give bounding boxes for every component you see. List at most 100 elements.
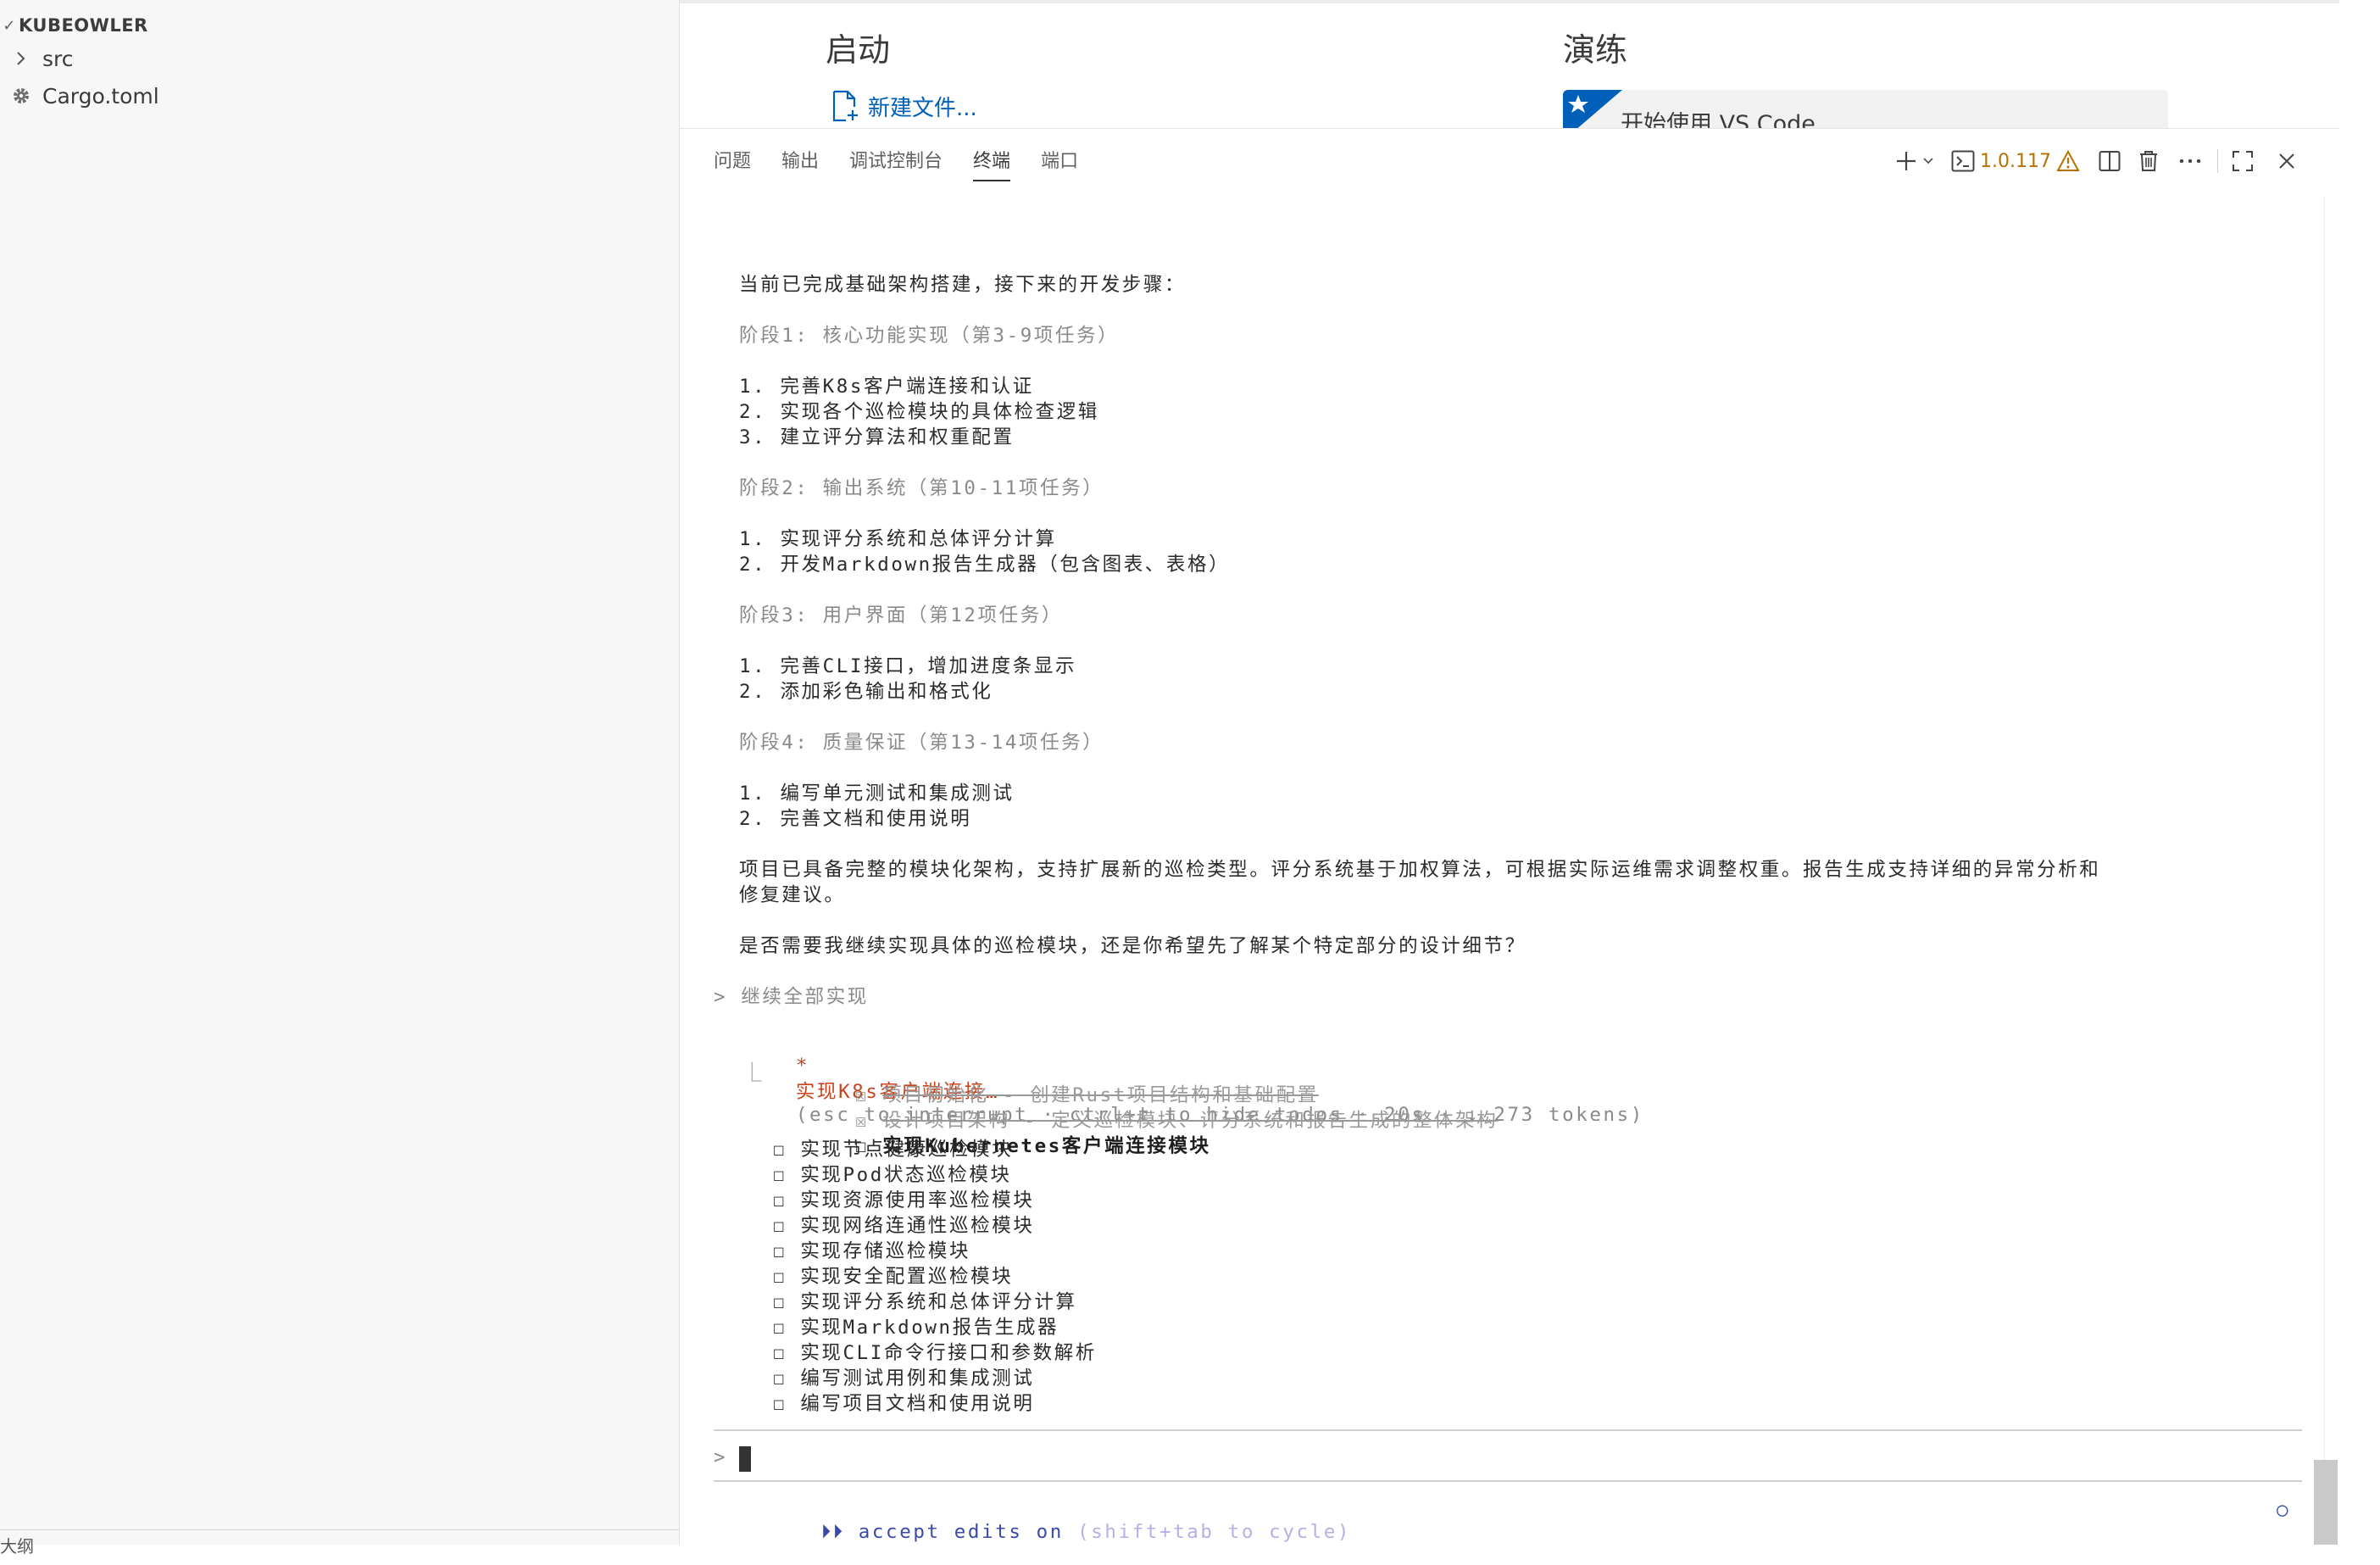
tab-problems[interactable]: 问题 [714,129,751,180]
summary-line: 修复建议。 [739,884,846,906]
todo-item: ☐ 实现CLI命令行接口和参数解析 [773,1338,1097,1365]
tab-terminal[interactable]: 终端 [973,129,1011,181]
phase-item: 2. 开发Markdown报告生成器（包含图表、表格） [739,554,1231,576]
phase-item: 1. 完善K8s客户端连接和认证 [739,376,1034,398]
panel-tabs: 问题 输出 调试控制台 终端 端口 [714,129,1109,181]
kill-terminal-button[interactable] [2136,146,2161,176]
phase-title: 阶段3: 用户界面（第12项任务） [739,604,1063,627]
outline-section-header[interactable]: 大纲 [0,1533,34,1557]
bottom-panel: 问题 输出 调试控制台 终端 端口 1.0.117 当前已完成基础架构搭建，接下… [680,128,2339,1545]
chevron-right-icon [0,50,42,67]
split-icon [2099,151,2121,171]
checkbox-empty-icon: ☐ [773,1266,787,1288]
phase-title: 阶段1: 核心功能实现（第3-9项任务） [739,325,1120,347]
walkthrough-heading: 演练 [1563,31,1628,69]
mode-indicator-icon: ○ [2277,1499,2291,1521]
editor-top-border [680,0,2339,3]
chevron-down-icon [1923,158,1933,164]
phase-item: 3. 建立评分算法和权重配置 [739,426,1015,448]
ellipsis-icon [2179,159,2201,164]
terminal-cursor[interactable] [739,1446,751,1472]
phase-item: 1. 编写单元测试和集成测试 [739,782,1015,805]
todo-item: ☐ 实现网络连通性巡检模块 [773,1211,1034,1238]
checkbox-empty-icon: ☐ [773,1367,787,1390]
todo-item: ☐ 实现安全配置巡检模块 [773,1261,1013,1289]
todo-item: ☐ 实现评分系统和总体评分计算 [773,1287,1077,1314]
phase-title: 阶段4: 质量保证（第13-14项任务） [739,732,1104,754]
checkbox-empty-icon: ☐ [773,1215,787,1237]
tree-item-src[interactable]: src [0,41,74,76]
input-prompt-symbol: > [714,1446,728,1468]
tab-debug-console[interactable]: 调试控制台 [849,129,943,180]
trash-icon [2139,151,2157,171]
todo-connector: ⎿ [742,1062,765,1084]
terminal-line-intro: 当前已完成基础架构搭建，接下来的开发步骤： [739,274,1187,296]
terminal-output[interactable]: 当前已完成基础架构搭建，接下来的开发步骤： 阶段1: 核心功能实现（第3-9项任… [714,197,2325,1545]
explorer-header[interactable]: ✓ KUBEOWLER [0,10,148,41]
phase-item: 2. 添加彩色输出和格式化 [739,681,993,703]
tab-output[interactable]: 输出 [781,129,819,180]
welcome-editor: 启动 新建文件... 演练 开始使用 VS Code [680,0,2380,128]
plus-icon [1897,152,1916,170]
todo-label: 实现网络连通性巡检模块 [800,1215,1035,1237]
user-prompt-line: > 继续全部实现 [714,986,869,1008]
new-file-icon [832,90,858,122]
checkbox-empty-icon: ☐ [773,1240,787,1262]
walkthrough-card[interactable]: 开始使用 VS Code [1563,90,2168,128]
input-border-bottom [714,1480,2302,1482]
new-file-link[interactable]: 新建文件... [831,90,977,122]
input-border-top [714,1429,2302,1431]
phase-item: 1. 实现评分系统和总体评分计算 [739,528,1057,550]
phase-title: 阶段2: 输出系统（第10-11项任务） [739,477,1104,499]
todo-label: 实现Pod状态巡检模块 [800,1164,1012,1186]
summary-line: 项目已具备完整的模块化架构，支持扩展新的巡检类型。评分系统基于加权算法，可根据实… [739,859,2101,881]
terminal-scrollbar-thumb[interactable] [2314,1460,2338,1545]
question-line: 是否需要我继续实现具体的巡检模块，还是你希望先了解某个特定部分的设计细节？ [739,935,1526,957]
todo-label: 实现评分系统和总体评分计算 [800,1291,1077,1313]
todo-label: 实现资源使用率巡检模块 [800,1189,1035,1211]
tree-item-label: src [42,46,74,71]
gear-icon [0,86,42,106]
checkbox-empty-icon: ☐ [773,1342,787,1364]
terminal-profile-button[interactable]: 1.0.117 [1951,146,2080,176]
todo-item: ☐ 实现Markdown报告生成器 [773,1312,1059,1339]
new-file-label: 新建文件... [868,95,977,121]
start-heading: 启动 [826,31,891,69]
more-actions-button[interactable] [2175,146,2205,176]
close-panel-button[interactable] [2274,146,2299,176]
chevron-down-icon: ✓ [3,16,16,35]
tree-item-label: Cargo.toml [42,83,159,109]
terminal-scrollbar-track[interactable] [2324,197,2349,1545]
todo-item: ☐ 实现资源使用率巡检模块 [773,1185,1034,1212]
todo-label: 编写项目文档和使用说明 [800,1393,1035,1415]
todo-label: 实现安全配置巡检模块 [800,1266,1014,1288]
terminal-icon [1951,150,1975,172]
walkthrough-card-title: 开始使用 VS Code [1621,111,1816,128]
maximize-panel-button[interactable] [2230,146,2255,176]
explorer-title: KUBEOWLER [19,15,148,36]
checkbox-empty-icon: ☐ [773,1291,787,1313]
explorer-sidebar: ✓ KUBEOWLER src Cargo.toml 大纲 [0,0,680,1557]
mode-line[interactable]: ⏵⏵ accept edits on (shift+tab to cycle) [739,1499,1351,1565]
mode-hint: (shift+tab to cycle) [1077,1521,1352,1543]
todo-label: 实现CLI命令行接口和参数解析 [800,1342,1097,1364]
phase-item: 2. 完善文档和使用说明 [739,808,972,830]
todo-label: 实现节点健康巡检模块 [800,1139,1014,1161]
todo-item: ☐ 编写项目文档和使用说明 [773,1389,1034,1416]
maximize-icon [2232,151,2253,171]
split-terminal-button[interactable] [2097,146,2122,176]
checkbox-empty-icon: ☐ [773,1317,787,1339]
todo-item: ☐ 编写测试用例和集成测试 [773,1363,1034,1390]
todo-item: ☐ 实现存储巡检模块 [773,1236,970,1263]
checkbox-empty-icon: ☐ [773,1164,787,1186]
todo-item: ☐ 实现Pod状态巡检模块 [773,1160,1012,1187]
panel-actions: 1.0.117 [1890,144,2299,178]
tab-ports[interactable]: 端口 [1041,129,1078,180]
tree-item-cargo-toml[interactable]: Cargo.toml [0,78,159,114]
mode-arrows-icon: ⏵⏵ [820,1521,845,1543]
checkbox-empty-icon: ☐ [773,1139,787,1161]
new-terminal-button[interactable] [1890,146,1939,176]
version-label: 1.0.117 [1980,150,2051,172]
close-icon [2279,153,2294,169]
todo-item: ☐ 实现节点健康巡检模块 [773,1134,1013,1161]
